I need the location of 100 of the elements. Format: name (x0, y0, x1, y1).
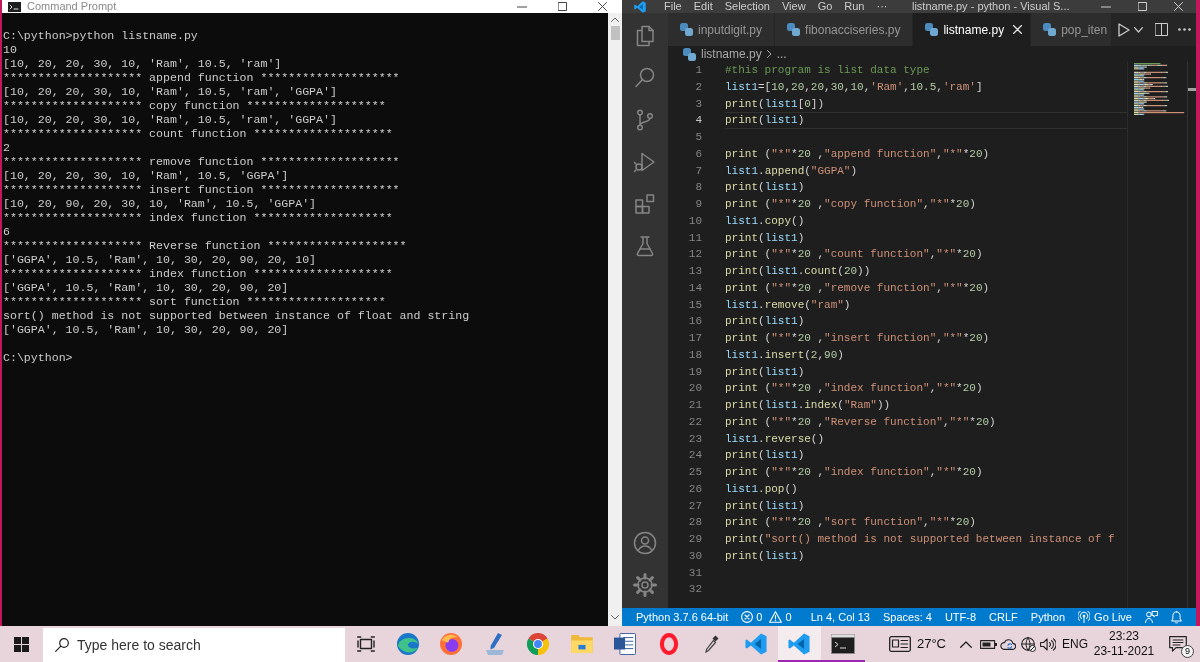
blocks-icon[interactable] (633, 192, 657, 216)
console-prompt: C:\python> (3, 351, 73, 365)
chevron-right-icon (766, 50, 772, 58)
scrollbar-thumb[interactable] (610, 26, 620, 40)
minimap-drawing[interactable] (1134, 63, 1185, 115)
line-number: 7 (694, 163, 703, 179)
line-number: 10 (687, 213, 703, 229)
menu-item[interactable]: View (775, 0, 812, 13)
editor-tab[interactable]: inputdigit.py (668, 13, 776, 46)
code-line: list1.remove("ram") (725, 297, 851, 313)
file-type-icon (925, 23, 939, 36)
line-number: 30 (687, 548, 703, 564)
globe-icon[interactable] (1020, 636, 1036, 652)
four-squares-icon[interactable] (14, 636, 29, 652)
line-number: 8 (694, 180, 703, 196)
close-icon[interactable] (597, 2, 607, 11)
console-line: ******************** count function ******************** (3, 127, 393, 141)
taskbar-app-button[interactable] (777, 626, 821, 662)
editor-tab[interactable]: pop_iten (1031, 13, 1113, 46)
menu-item[interactable]: Run (838, 0, 871, 13)
line-number: 25 (687, 465, 703, 480)
line-number: 12 (687, 247, 703, 263)
line-number: 18 (687, 347, 703, 363)
more-icon[interactable] (1178, 28, 1192, 31)
chevron-up-icon[interactable] (611, 17, 619, 22)
line-number: 21 (687, 398, 703, 413)
terminal-icon (830, 634, 855, 654)
feedback-icon[interactable] (1145, 611, 1158, 623)
search-field[interactable]: Type here to search (43, 628, 345, 662)
chevron-down-icon[interactable] (611, 615, 619, 620)
breadcrumb-item[interactable]: listname.py (701, 45, 762, 63)
folder-icon (570, 635, 593, 653)
code-line: print ("*"*20 ,"index function","*"*20) (725, 381, 983, 397)
cloud-sync-icon[interactable] (1000, 638, 1016, 650)
go-live-button[interactable]: Go Live (1078, 608, 1132, 626)
code-line: print ("*"*20 ,"Reverse function","*"*20) (725, 414, 996, 430)
encoding-status[interactable]: UTF-8 (944, 608, 977, 626)
clock-time[interactable]: 23:23 (1109, 629, 1139, 644)
file-type-icon (680, 23, 693, 36)
console-line: ******************** index function ******************** (3, 267, 393, 281)
ribbon-logo-icon[interactable] (634, 0, 646, 13)
broadcast-icon[interactable] (1078, 611, 1091, 623)
settings-icon[interactable] (633, 573, 657, 597)
minimize-icon[interactable] (517, 5, 527, 8)
speaker-icon[interactable] (1040, 637, 1056, 651)
interpreter-status[interactable]: Python 3.7.6 64-bit (636, 608, 729, 626)
console-line: sort() method is not supported between instance of float and string (3, 309, 470, 323)
search-icon[interactable] (633, 66, 657, 90)
eyedropper-icon (705, 635, 720, 653)
console-line: [10, 20, 90, 20, 30, 10, 'Ram', 10.5, 'GGPA'] (3, 197, 317, 211)
code-line: #this program is list data type (725, 63, 930, 78)
menu-item[interactable]: Selection (718, 0, 776, 13)
console-line: ['GGPA', 10.5, 'Ram', 10, 30, 20, 90, 20] (3, 323, 289, 337)
line-ending-status[interactable]: CRLF (989, 608, 1018, 626)
segmented-circle-icon (527, 633, 550, 655)
split-editor-icon[interactable] (1155, 23, 1169, 36)
warning-icon[interactable] (769, 611, 783, 623)
cursor-position-marker (1188, 88, 1196, 91)
menu-item[interactable]: Edit (687, 0, 719, 13)
swirl-logo-icon (396, 633, 419, 655)
scrollbar[interactable] (608, 13, 622, 626)
cursor-position[interactable]: Ln 4, Col 13 (810, 608, 870, 626)
account-icon[interactable] (633, 531, 657, 555)
code-line: print(list1) (725, 314, 805, 330)
maximize-icon[interactable] (557, 2, 567, 11)
error-count[interactable]: 0 (756, 608, 763, 626)
notification-count: 9 (1181, 645, 1194, 658)
clock-date[interactable]: 23-11-2021 (1093, 644, 1155, 659)
editor-tab[interactable]: fibonacciseries.py (775, 13, 914, 46)
task-view-icon[interactable] (356, 636, 375, 652)
line-number: 11 (687, 230, 703, 246)
chevron-up-icon[interactable] (960, 640, 972, 648)
menu-item[interactable]: Go (811, 0, 839, 13)
terminal-icon (8, 1, 21, 12)
input-language[interactable]: ENG (1058, 635, 1092, 653)
file-type-icon (1043, 23, 1057, 36)
editor-tab[interactable]: listname.py (913, 13, 1032, 46)
error-icon[interactable] (741, 611, 754, 623)
line-number: 23 (687, 431, 703, 447)
line-number: 19 (687, 364, 703, 380)
play-bug-icon[interactable] (633, 150, 657, 174)
console-line: ['GGPA', 10.5, 'Ram', 10, 30, 20, 90, 20] (3, 281, 289, 295)
newspaper-icon[interactable] (888, 636, 911, 652)
indentation-status[interactable]: Spaces: 4 (883, 608, 932, 626)
flame-circle-icon (440, 633, 463, 655)
language-mode[interactable]: Python (1030, 608, 1066, 626)
breadcrumb-item[interactable]: ... (776, 45, 787, 63)
ribbon-logo-icon (744, 633, 767, 655)
bell-icon[interactable] (1171, 610, 1182, 624)
code-line: list1.reverse() (725, 431, 825, 447)
code-line: print ("*"*20 ,"copy function","*"*20) (725, 197, 976, 212)
menu-item[interactable]: ··· (870, 0, 894, 13)
notification-icon[interactable] (1169, 636, 1187, 652)
weather-temperature[interactable]: 27°C (916, 634, 946, 654)
play-icon[interactable] (1118, 22, 1131, 37)
warning-count[interactable]: 0 (785, 608, 792, 626)
ribbon-logo-icon (788, 633, 811, 655)
console-line: ******************** remove function ******************** (3, 155, 400, 169)
battery-icon[interactable] (979, 639, 997, 649)
menu-item[interactable]: File (658, 0, 688, 13)
